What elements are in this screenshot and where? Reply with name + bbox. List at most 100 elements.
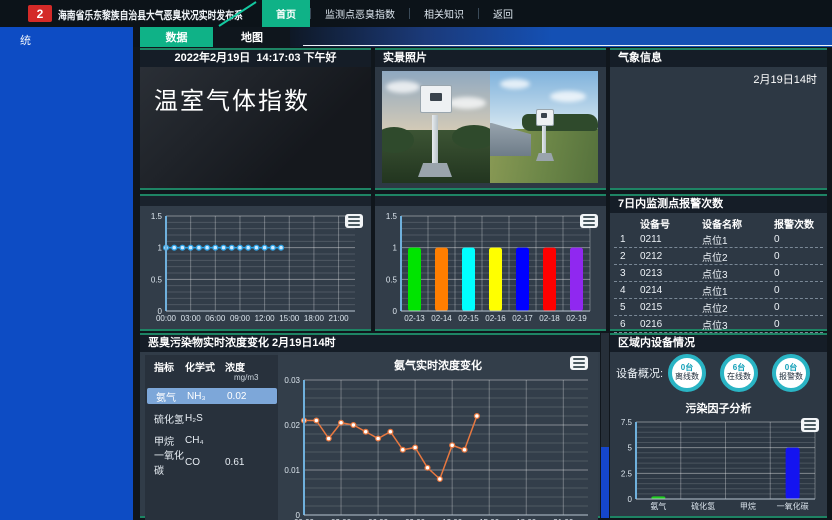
- cell: 点位3: [702, 317, 774, 332]
- nav-item-0[interactable]: 首页: [262, 0, 310, 27]
- col-indicator: 指标: [145, 359, 185, 374]
- device-panel-title: 区域内设备情况: [610, 335, 827, 352]
- weather-panel: 气象信息 2月19日14时: [610, 48, 827, 190]
- svg-text:02-14: 02-14: [431, 314, 452, 323]
- col-concentration: 浓度: [225, 359, 270, 374]
- svg-text:氨气: 氨气: [650, 501, 666, 511]
- alarm-table-header: 设备号设备名称报警次数: [614, 216, 823, 231]
- svg-text:0: 0: [158, 307, 163, 316]
- cell: 0: [774, 251, 820, 262]
- device-overview-row: 设备概况: 0台离线数6台在线数0台报警数: [616, 354, 810, 392]
- scrollbar-track[interactable]: [601, 333, 609, 518]
- pollutant-row: 一氧化碳CO0.61: [145, 454, 277, 470]
- cell: 点位1: [702, 283, 774, 298]
- chart-menu-icon[interactable]: [345, 214, 363, 228]
- svg-text:15:00: 15:00: [279, 314, 300, 323]
- device-stat-circle-0: 0台离线数: [668, 354, 706, 392]
- cloud: [500, 79, 530, 89]
- svg-text:0.02: 0.02: [284, 421, 300, 430]
- alarm-col-header: 设备号: [640, 216, 702, 231]
- monitor-screen: [430, 93, 442, 101]
- svg-text:1: 1: [158, 244, 163, 253]
- svg-text:02-13: 02-13: [404, 314, 425, 323]
- nav-item-3[interactable]: 返回: [479, 0, 527, 27]
- stat-label: 离线数: [675, 373, 699, 382]
- cell: 0.02: [227, 391, 272, 402]
- svg-text:5: 5: [628, 444, 633, 453]
- panel-strip: [375, 196, 606, 206]
- pollutant-factor-title: 污染因子分析: [610, 400, 827, 416]
- tab-bar: 数据地图: [133, 27, 832, 47]
- svg-text:7.5: 7.5: [621, 418, 633, 427]
- pollutant-row: 甲烷CH₄: [145, 432, 277, 448]
- cell: 硫化氢: [145, 411, 185, 426]
- diagonal-decoration: [216, 0, 260, 27]
- cell: 0: [774, 285, 820, 296]
- cell: 0215: [640, 302, 702, 313]
- cell: 点位3: [702, 266, 774, 281]
- table-row: 30213点位30: [614, 265, 823, 282]
- odor-panel: 恶臭污染物实时浓度变化 2月19日14时 指标 化学式 浓度 mg/m3 氨气N…: [140, 333, 600, 518]
- cell: 0211: [640, 234, 702, 245]
- chart-menu-icon[interactable]: [801, 418, 819, 432]
- nh3-chart-title: 氨气实时浓度变化: [278, 357, 598, 373]
- station-photo-1: [382, 71, 490, 183]
- svg-text:09:00: 09:00: [230, 314, 251, 323]
- station-pole: [432, 115, 438, 167]
- weather-timestamp: 2月19日14时: [753, 71, 817, 87]
- svg-text:0.5: 0.5: [386, 275, 398, 284]
- table-row: 50215点位20: [614, 299, 823, 316]
- sidebar: 统: [0, 27, 133, 520]
- top-bar: 2 海南省乐东黎族自治县大气恶臭状况实时发布系 首页监测点恶臭指数相关知识返回: [0, 0, 832, 27]
- station-photo-2: [490, 71, 598, 183]
- svg-text:0: 0: [296, 511, 301, 520]
- pollutant-row: 氨气NH₃0.02: [147, 388, 277, 404]
- table-row: 20212点位20: [614, 248, 823, 265]
- nav-item-1[interactable]: 监测点恶臭指数: [311, 0, 409, 27]
- cell: 0212: [640, 251, 702, 262]
- photo2-trees: [522, 114, 598, 132]
- device-panel: 区域内设备情况 设备概况: 0台离线数6台在线数0台报警数 污染因子分析 氨气硫…: [610, 333, 827, 518]
- unit-label: mg/m3: [145, 373, 279, 382]
- page-title: 温室气体指数: [154, 81, 310, 116]
- cell: 4: [614, 285, 640, 296]
- cell: NH₃: [187, 391, 227, 402]
- station-pole: [542, 123, 546, 155]
- daily-index-chart: 02-1302-1402-1502-1602-1702-1802-1900.51…: [375, 206, 602, 329]
- status-line-chart: 00:0003:0006:0009:0012:0015:0018:0021:00…: [140, 206, 367, 329]
- cell: 点位2: [702, 249, 774, 264]
- device-stat-circle-1: 6台在线数: [720, 354, 758, 392]
- scrollbar-thumb[interactable]: [601, 447, 609, 518]
- photos-panel: 实景照片: [375, 48, 606, 190]
- svg-text:02-16: 02-16: [485, 314, 506, 323]
- cell: 氨气: [147, 389, 187, 404]
- cell: 5: [614, 302, 640, 313]
- chart-menu-icon[interactable]: [580, 214, 598, 228]
- svg-text:0.03: 0.03: [284, 376, 300, 385]
- device-stats: 0台离线数6台在线数0台报警数: [668, 354, 810, 392]
- table-row: 40214点位10: [614, 282, 823, 299]
- svg-text:03:00: 03:00: [181, 314, 202, 323]
- svg-text:0: 0: [393, 307, 398, 316]
- tab-0[interactable]: 数据: [140, 27, 213, 47]
- svg-text:甲烷: 甲烷: [740, 501, 756, 511]
- svg-text:02-15: 02-15: [458, 314, 479, 323]
- cell: 甲烷: [145, 433, 185, 448]
- nav-item-2[interactable]: 相关知识: [410, 0, 478, 27]
- app-title-wrap: 统: [20, 32, 31, 48]
- cell: 点位1: [702, 232, 774, 247]
- bush: [452, 125, 490, 149]
- alarm-table: 设备号设备名称报警次数10211点位1020212点位2030213点位3040…: [614, 216, 823, 333]
- svg-text:0: 0: [628, 495, 633, 504]
- cell: 3: [614, 268, 640, 279]
- tab-1[interactable]: 地图: [214, 27, 290, 47]
- cell: 点位2: [702, 300, 774, 315]
- chart-menu-icon[interactable]: [570, 356, 588, 370]
- tab-bar-underline: [303, 45, 832, 46]
- photo-strip: [382, 71, 599, 183]
- cell: 0214: [640, 285, 702, 296]
- pollutant-table: 指标 化学式 浓度 mg/m3 氨气NH₃0.02硫化氢H₂S甲烷CH₄一氧化碳…: [145, 355, 279, 520]
- cell: 2: [614, 251, 640, 262]
- alarm-panel-title: 7日内监测点报警次数: [610, 196, 827, 213]
- status-line-panel: 00:0003:0006:0009:0012:0015:0018:0021:00…: [140, 194, 371, 331]
